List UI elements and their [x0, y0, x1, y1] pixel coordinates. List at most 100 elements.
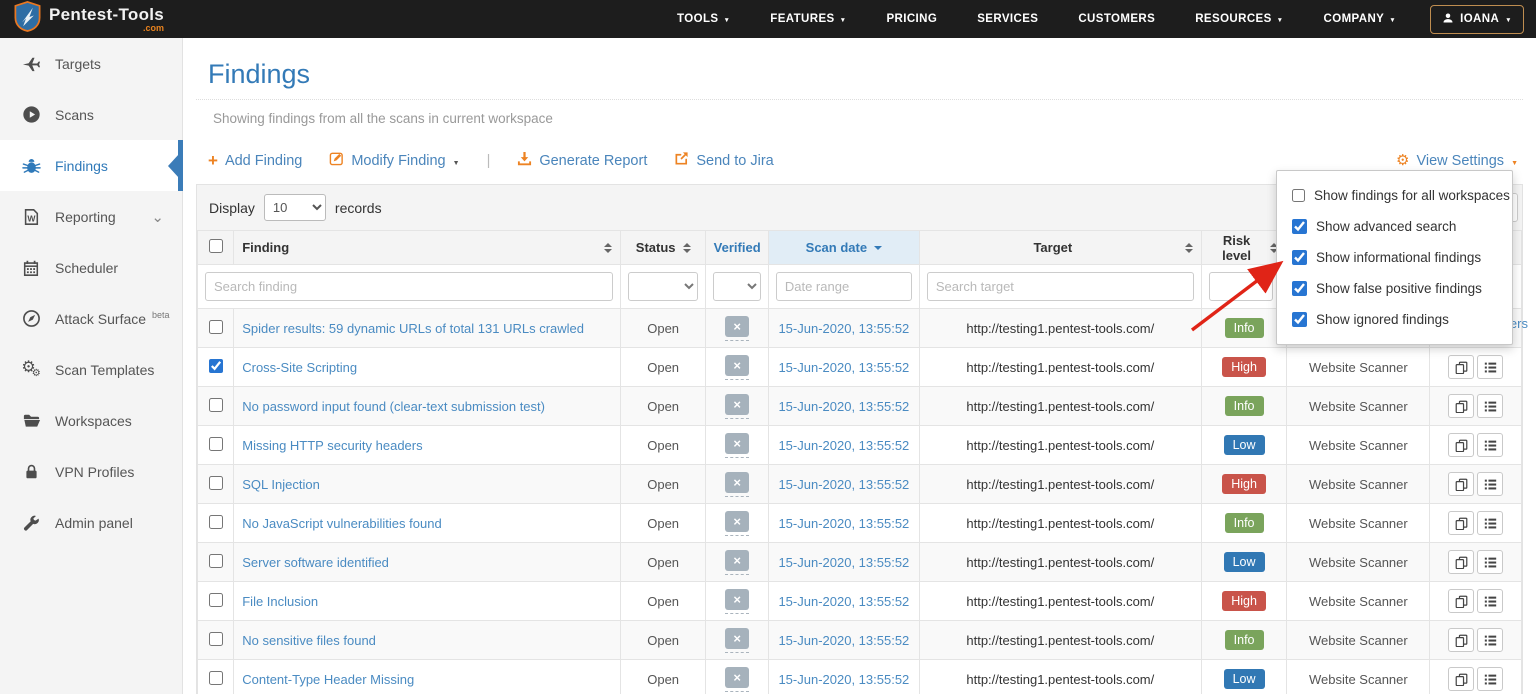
verified-column-header[interactable]: Verified	[706, 231, 768, 265]
details-list-button[interactable]	[1477, 472, 1503, 496]
sidebar-item[interactable]: Findings	[0, 140, 182, 191]
date-range-input[interactable]	[776, 272, 912, 301]
scan-date-link[interactable]: 15-Jun-2020, 13:55:52	[778, 516, 909, 531]
top-nav-item[interactable]: CUSTOMERS	[1078, 13, 1155, 25]
finding-link[interactable]: No sensitive files found	[242, 633, 376, 648]
user-menu-button[interactable]: IOANA	[1430, 5, 1524, 34]
sort-icon[interactable]	[604, 243, 612, 253]
records-per-page-select[interactable]: 10	[264, 194, 326, 221]
sidebar-item[interactable]: VPN Profiles	[0, 446, 182, 497]
top-nav-item[interactable]: SERVICES	[977, 13, 1038, 25]
finding-column-header[interactable]: Finding	[234, 231, 621, 265]
not-verified-icon[interactable]	[725, 628, 749, 649]
view-settings-option[interactable]: Show informational findings	[1277, 242, 1512, 273]
sort-desc-icon[interactable]	[874, 246, 882, 250]
view-settings-option[interactable]: Show false positive findings	[1277, 273, 1512, 304]
details-list-button[interactable]	[1477, 394, 1503, 418]
view-settings-button[interactable]: ⚙ View Settings	[1396, 153, 1518, 169]
finding-link[interactable]: File Inclusion	[242, 594, 318, 609]
top-nav-item[interactable]: PRICING	[886, 13, 937, 25]
not-verified-icon[interactable]	[725, 394, 749, 415]
scan-date-link[interactable]: 15-Jun-2020, 13:55:52	[778, 633, 909, 648]
finding-link[interactable]: Cross-Site Scripting	[242, 360, 357, 375]
finding-link[interactable]: Spider results: 59 dynamic URLs of total…	[242, 321, 584, 336]
search-target-input[interactable]	[927, 272, 1194, 301]
option-checkbox[interactable]	[1292, 188, 1305, 203]
finding-link[interactable]: No password input found (clear-text subm…	[242, 399, 545, 414]
finding-link[interactable]: SQL Injection	[242, 477, 320, 492]
copy-finding-button[interactable]	[1448, 433, 1474, 457]
row-checkbox[interactable]	[209, 359, 223, 373]
option-checkbox[interactable]	[1292, 312, 1307, 327]
scan-date-link[interactable]: 15-Jun-2020, 13:55:52	[778, 594, 909, 609]
not-verified-icon[interactable]	[725, 355, 749, 376]
status-column-header[interactable]: Status	[620, 231, 706, 265]
not-verified-icon[interactable]	[725, 472, 749, 493]
finding-link[interactable]: Missing HTTP security headers	[242, 438, 422, 453]
details-list-button[interactable]	[1477, 355, 1503, 379]
scan-date-link[interactable]: 15-Jun-2020, 13:55:52	[778, 360, 909, 375]
view-settings-option[interactable]: Show findings for all workspaces	[1277, 180, 1512, 211]
sidebar-item[interactable]: Attack Surface beta	[0, 293, 182, 344]
search-finding-input[interactable]	[205, 272, 613, 301]
copy-finding-button[interactable]	[1448, 589, 1474, 613]
generate-report-button[interactable]: Generate Report	[517, 151, 647, 170]
details-list-button[interactable]	[1477, 589, 1503, 613]
copy-finding-button[interactable]	[1448, 550, 1474, 574]
row-checkbox[interactable]	[209, 476, 223, 490]
scan-date-link[interactable]: 15-Jun-2020, 13:55:52	[778, 321, 909, 336]
scan-date-link[interactable]: 15-Jun-2020, 13:55:52	[778, 672, 909, 687]
sidebar-item[interactable]: Workspaces	[0, 395, 182, 446]
target-column-header[interactable]: Target	[919, 231, 1201, 265]
details-list-button[interactable]	[1477, 550, 1503, 574]
status-filter-select[interactable]	[628, 272, 699, 301]
send-to-jira-button[interactable]: Send to Jira	[674, 151, 773, 170]
option-checkbox[interactable]	[1292, 281, 1307, 296]
copy-finding-button[interactable]	[1448, 511, 1474, 535]
row-checkbox[interactable]	[209, 320, 223, 334]
finding-link[interactable]: Content-Type Header Missing	[242, 672, 414, 687]
sidebar-item[interactable]: ⚙⚙ Scan Templates	[0, 344, 182, 395]
sidebar-item[interactable]: Targets	[0, 38, 182, 89]
risk-filter-select[interactable]	[1209, 272, 1273, 301]
row-checkbox[interactable]	[209, 593, 223, 607]
sidebar-item[interactable]: Scheduler	[0, 242, 182, 293]
sort-icon[interactable]	[1185, 243, 1193, 253]
not-verified-icon[interactable]	[725, 316, 749, 337]
copy-finding-button[interactable]	[1448, 667, 1474, 691]
not-verified-icon[interactable]	[725, 589, 749, 610]
modify-finding-button[interactable]: Modify Finding	[329, 151, 459, 170]
details-list-button[interactable]	[1477, 511, 1503, 535]
view-settings-option[interactable]: Show advanced search	[1277, 211, 1512, 242]
scan-date-column-header[interactable]: Scan date	[768, 231, 919, 265]
top-nav-item[interactable]: RESOURCES	[1195, 13, 1283, 25]
row-checkbox[interactable]	[209, 554, 223, 568]
top-nav-item[interactable]: TOOLS	[677, 13, 730, 25]
copy-finding-button[interactable]	[1448, 628, 1474, 652]
top-nav-item[interactable]: COMPANY	[1324, 13, 1397, 25]
not-verified-icon[interactable]	[725, 433, 749, 454]
not-verified-icon[interactable]	[725, 511, 749, 532]
sort-icon[interactable]	[683, 243, 691, 253]
sidebar-item[interactable]: Admin panel	[0, 497, 182, 548]
risk-level-column-header[interactable]: Risk level	[1201, 231, 1287, 265]
scan-date-link[interactable]: 15-Jun-2020, 13:55:52	[778, 438, 909, 453]
scan-date-link[interactable]: 15-Jun-2020, 13:55:52	[778, 555, 909, 570]
row-checkbox[interactable]	[209, 437, 223, 451]
row-checkbox[interactable]	[209, 671, 223, 685]
row-checkbox[interactable]	[209, 515, 223, 529]
verified-filter-select[interactable]	[713, 272, 760, 301]
not-verified-icon[interactable]	[725, 550, 749, 571]
row-checkbox[interactable]	[209, 398, 223, 412]
details-list-button[interactable]	[1477, 628, 1503, 652]
copy-finding-button[interactable]	[1448, 355, 1474, 379]
sidebar-item[interactable]: W Reporting	[0, 191, 182, 242]
copy-finding-button[interactable]	[1448, 394, 1474, 418]
scan-date-link[interactable]: 15-Jun-2020, 13:55:52	[778, 399, 909, 414]
sidebar-item[interactable]: Scans	[0, 89, 182, 140]
not-verified-icon[interactable]	[725, 667, 749, 688]
pentest-tools-logo[interactable]: Pentest-Tools .com	[14, 1, 164, 37]
finding-link[interactable]: No JavaScript vulnerabilities found	[242, 516, 441, 531]
top-nav-item[interactable]: FEATURES	[770, 13, 846, 25]
add-finding-button[interactable]: + Add Finding	[208, 152, 302, 169]
